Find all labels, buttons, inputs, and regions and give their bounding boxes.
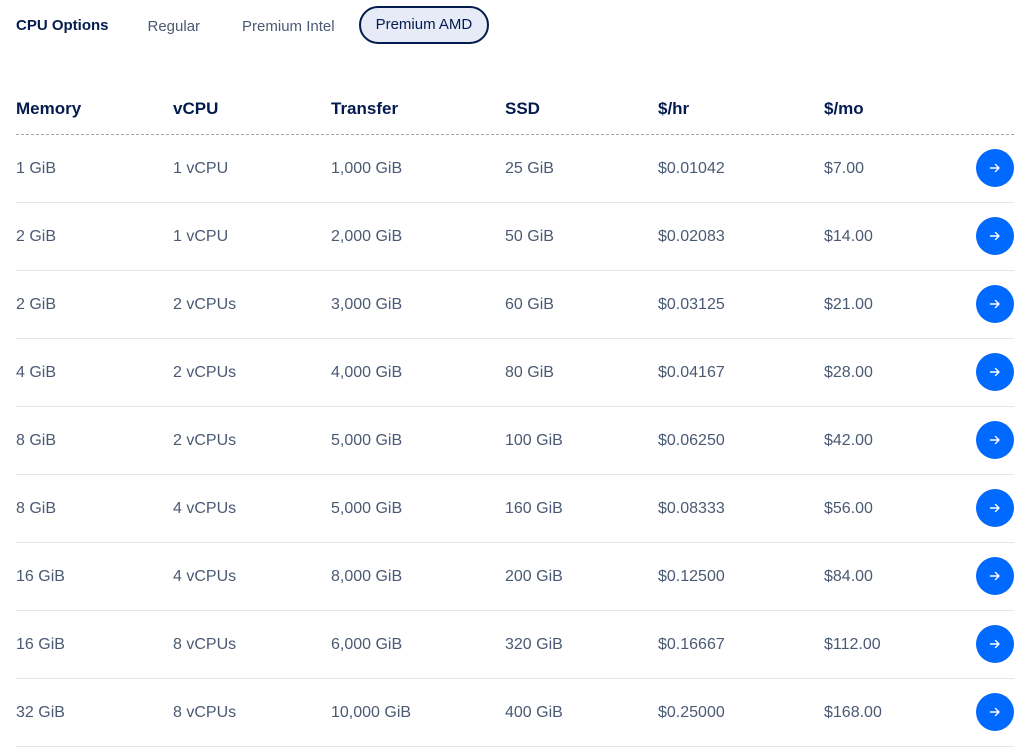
memory-cell: 1 GiB	[16, 160, 57, 177]
select-plan-button[interactable]	[976, 693, 1014, 731]
table-row: 2 GiB 1 vCPU 2,000 GiB 50 GiB $0.02083 $14.00	[16, 203, 1014, 271]
tab-premium-intel[interactable]: Premium Intel	[224, 7, 353, 43]
table-row: 1 GiB 1 vCPU 1,000 GiB 25 GiB $0.01042 $7.00	[16, 135, 1014, 203]
price-monthly-cell: $84.00	[824, 568, 873, 585]
header-transfer: Transfer	[331, 99, 399, 118]
cpu-options-title: CPU Options	[16, 16, 109, 34]
vcpu-cell: 2 vCPUs	[173, 432, 237, 449]
vcpu-cell: 4 vCPUs	[173, 568, 237, 585]
price-hourly-cell: $0.06250	[658, 432, 725, 449]
ssd-cell: 80 GiB	[505, 364, 554, 381]
table-row: 8 GiB 4 vCPUs 5,000 GiB 160 GiB $0.08333 $56.…	[16, 475, 1014, 543]
price-monthly-cell: $112.00	[824, 636, 881, 653]
arrow-right-icon	[989, 639, 1000, 649]
price-monthly-cell: $7.00	[824, 160, 865, 177]
vcpu-cell: 2 vCPUs	[173, 296, 237, 313]
header-vcpu: vCPU	[173, 99, 219, 118]
header-price-monthly: $/mo	[824, 99, 864, 118]
memory-cell: 8 GiB	[16, 500, 57, 517]
ssd-cell: 25 GiB	[505, 160, 554, 177]
select-plan-button[interactable]	[976, 149, 1014, 187]
vcpu-cell: 4 vCPUs	[173, 500, 237, 517]
arrow-right-icon	[989, 367, 1000, 377]
arrow-right-icon	[989, 163, 1000, 173]
vcpu-cell: 8 vCPUs	[173, 636, 237, 653]
memory-cell: 4 GiB	[16, 364, 57, 381]
transfer-cell: 6,000 GiB	[331, 636, 403, 653]
select-plan-button[interactable]	[976, 285, 1014, 323]
arrow-right-icon	[989, 707, 1000, 717]
memory-cell: 16 GiB	[16, 636, 65, 653]
table-row: 2 GiB 2 vCPUs 3,000 GiB 60 GiB $0.03125 $21.0…	[16, 271, 1014, 339]
transfer-cell: 10,000 GiB	[331, 704, 412, 721]
pricing-panel: CPU Options Regular Premium Intel Premiu…	[0, 0, 1022, 748]
table-row: 8 GiB 2 vCPUs 5,000 GiB 100 GiB $0.06250 $42.…	[16, 407, 1014, 475]
table-row: 4 GiB 2 vCPUs 4,000 GiB 80 GiB $0.04167 $28.0…	[16, 339, 1014, 407]
transfer-cell: 1,000 GiB	[331, 160, 403, 177]
arrow-right-icon	[989, 503, 1000, 513]
transfer-cell: 4,000 GiB	[331, 364, 403, 381]
vcpu-cell: 1 vCPU	[173, 160, 229, 177]
price-monthly-cell: $56.00	[824, 500, 873, 517]
price-monthly-cell: $14.00	[824, 228, 873, 245]
memory-cell: 32 GiB	[16, 704, 65, 721]
select-plan-button[interactable]	[976, 421, 1014, 459]
ssd-cell: 320 GiB	[505, 636, 563, 653]
transfer-cell: 2,000 GiB	[331, 228, 403, 245]
select-plan-button[interactable]	[976, 217, 1014, 255]
price-hourly-cell: $0.04167	[658, 364, 725, 381]
ssd-cell: 200 GiB	[505, 568, 563, 585]
arrow-right-icon	[989, 435, 1000, 445]
table-row: 16 GiB 8 vCPUs 6,000 GiB 320 GiB $0.16667 $11…	[16, 611, 1014, 679]
price-hourly-cell: $0.12500	[658, 568, 725, 585]
memory-cell: 2 GiB	[16, 296, 57, 313]
memory-cell: 2 GiB	[16, 228, 57, 245]
ssd-cell: 400 GiB	[505, 704, 563, 721]
vcpu-cell: 1 vCPU	[173, 228, 229, 245]
ssd-cell: 60 GiB	[505, 296, 554, 313]
header-price-hourly: $/hr	[658, 99, 690, 118]
table-row: 16 GiB 4 vCPUs 8,000 GiB 200 GiB $0.12500 $84…	[16, 543, 1014, 611]
price-hourly-cell: $0.25000	[658, 704, 725, 721]
select-plan-button[interactable]	[976, 625, 1014, 663]
price-monthly-cell: $21.00	[824, 296, 873, 313]
price-hourly-cell: $0.02083	[658, 228, 725, 245]
select-plan-button[interactable]	[976, 489, 1014, 527]
memory-cell: 16 GiB	[16, 568, 65, 585]
table-row: 32 GiB 8 vCPUs 10,000 GiB 400 GiB $0.25000 $1…	[16, 679, 1014, 747]
vcpu-cell: 8 vCPUs	[173, 704, 237, 721]
price-monthly-cell: $168.00	[824, 704, 882, 721]
vcpu-cell: 2 vCPUs	[173, 364, 237, 381]
ssd-cell: 100 GiB	[505, 432, 563, 449]
transfer-cell: 5,000 GiB	[331, 500, 403, 517]
arrow-right-icon	[989, 299, 1000, 309]
pricing-table: Memory vCPU Transfer SSD $/hr $/mo 1 GiB…	[16, 90, 1014, 747]
arrow-right-icon	[989, 231, 1000, 241]
price-hourly-cell: $0.08333	[658, 500, 725, 517]
select-plan-button[interactable]	[976, 557, 1014, 595]
price-hourly-cell: $0.01042	[658, 160, 725, 177]
header-ssd: SSD	[505, 99, 540, 118]
ssd-cell: 50 GiB	[505, 228, 554, 245]
arrow-right-icon	[989, 571, 1000, 581]
table-header: Memory vCPU Transfer SSD $/hr $/mo	[16, 90, 1014, 135]
price-monthly-cell: $28.00	[824, 364, 873, 381]
price-hourly-cell: $0.16667	[658, 636, 725, 653]
transfer-cell: 8,000 GiB	[331, 568, 403, 585]
header-memory: Memory	[16, 99, 82, 118]
ssd-cell: 160 GiB	[505, 500, 563, 517]
price-monthly-cell: $42.00	[824, 432, 873, 449]
price-hourly-cell: $0.03125	[658, 296, 725, 313]
select-plan-button[interactable]	[976, 353, 1014, 391]
table-body: 1 GiB 1 vCPU 1,000 GiB 25 GiB $0.01042 $7.00 2…	[16, 135, 1014, 747]
transfer-cell: 3,000 GiB	[331, 296, 403, 313]
tab-premium-amd[interactable]: Premium AMD	[358, 6, 490, 44]
tab-regular[interactable]: Regular	[130, 7, 219, 43]
memory-cell: 8 GiB	[16, 432, 57, 449]
cpu-options-bar: CPU Options Regular Premium Intel Premiu…	[16, 6, 490, 44]
transfer-cell: 5,000 GiB	[331, 432, 403, 449]
